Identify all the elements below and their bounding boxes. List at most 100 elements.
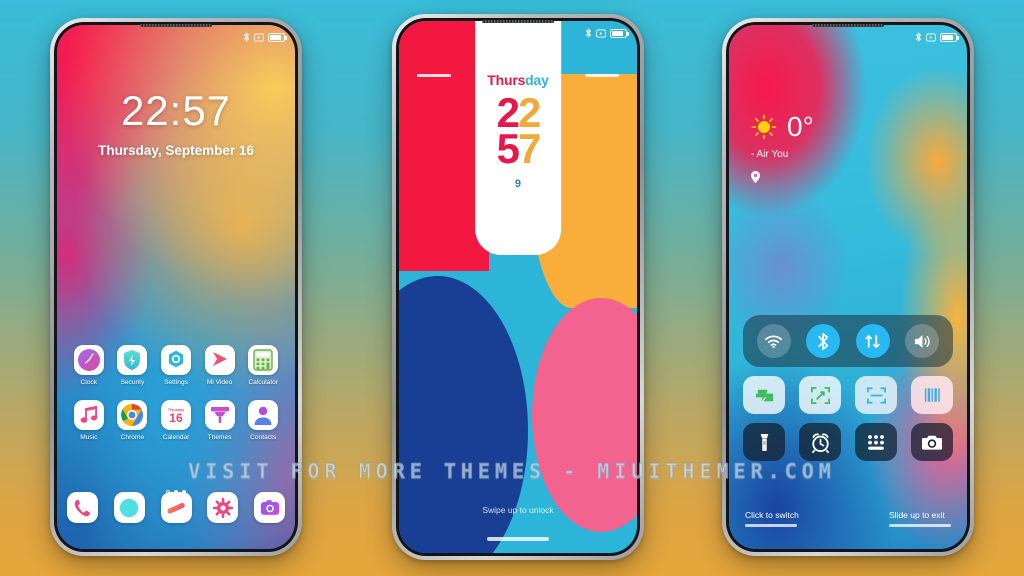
wallpaper-gradient-3 [729, 25, 967, 549]
alarm-clock-toggle[interactable] [799, 423, 841, 461]
barcode-toggle[interactable] [911, 376, 953, 414]
phone-2-screen[interactable]: Thursday 22 57 9 Swipe up to unlock [399, 21, 637, 553]
app-contacts[interactable]: Contacts [241, 400, 285, 441]
phone-device-3: 0° - Air You Click to switch Slide up to… [722, 18, 974, 556]
alarm-icon [596, 28, 606, 38]
control-center-panel [743, 315, 953, 470]
bluetooth-toggle[interactable] [806, 324, 841, 358]
phone-3-screen[interactable]: 0° - Air You Click to switch Slide up to… [729, 25, 967, 549]
battery-icon [268, 32, 287, 42]
lockscreen-date: Thursday, September 16 [98, 143, 254, 158]
earpiece-speaker-icon [482, 20, 554, 23]
utility-toggles-row-2 [743, 423, 953, 461]
clock-seconds: 9 [514, 177, 522, 190]
weather-widget[interactable]: 0° - Air You [751, 113, 814, 188]
expand-screenshot-toggle[interactable] [799, 376, 841, 414]
control-center-footer: Click to switch Slide up to exit [729, 510, 967, 527]
app-security[interactable]: Security [111, 345, 155, 386]
notes-pencil-icon[interactable] [160, 492, 192, 523]
wifi-toggle[interactable] [756, 324, 791, 358]
slide-up-to-exit-action[interactable]: Slide up to exit [889, 510, 951, 527]
bluetooth-icon [915, 32, 921, 42]
app-label: Themes [207, 434, 232, 441]
scan-icon [866, 386, 886, 404]
phone-1-screen[interactable]: 22:57 Thursday, September 16 Clock Secur… [57, 25, 295, 549]
exit-indicator-bar [889, 524, 951, 527]
bluetooth-icon [243, 32, 249, 42]
flashlight-icon [760, 433, 768, 451]
battery-icon [610, 28, 629, 38]
app-label: Calculator [248, 379, 279, 386]
play-icon [204, 345, 235, 375]
app-label: Contacts [250, 434, 277, 441]
apps-grid-icon [868, 435, 884, 450]
notch-line-right [585, 74, 619, 77]
phone-handset-icon[interactable] [67, 492, 98, 523]
connectivity-toggles-row [743, 315, 953, 367]
app-mi-video[interactable]: Mi Video [198, 345, 242, 386]
app-settings[interactable]: Settings [154, 345, 198, 386]
location-pin-icon [751, 170, 814, 188]
clock-weekday: Thursday [487, 72, 549, 89]
status-bar-2 [585, 28, 629, 38]
weather-description: - Air You [751, 149, 789, 160]
slide-up-to-exit-label: Slide up to exit [889, 510, 945, 520]
app-chrome[interactable]: Chrome [111, 400, 155, 441]
swipe-up-hint: Swipe up to unlock [482, 505, 554, 515]
click-to-switch-action[interactable]: Click to switch [745, 510, 799, 527]
earpiece-speaker-icon [812, 24, 884, 27]
clock-weekday-part-a: Thurs [487, 72, 526, 89]
clock-weekday-part-b: day [525, 72, 549, 89]
app-calculator[interactable]: Calculator [241, 345, 285, 386]
app-grid: Clock Security Settings Mi Video Calcula… [67, 345, 285, 441]
clock-minutes: 57 [497, 124, 542, 172]
bluetooth-icon [818, 332, 828, 350]
dock [67, 492, 285, 523]
switch-indicator-bar [745, 524, 797, 527]
notch-line-left [417, 74, 451, 77]
status-bar-1 [243, 32, 287, 42]
phone-2-bezel: Thursday 22 57 9 Swipe up to unlock [396, 18, 640, 556]
weather-main-row: 0° [751, 113, 814, 141]
sync-toggle[interactable] [743, 376, 785, 414]
clock-icon [73, 345, 104, 375]
settings-gear-icon [160, 345, 191, 375]
app-themes[interactable]: Themes [198, 400, 242, 441]
weather-temperature: 0° [787, 111, 814, 142]
camera-toggle[interactable] [911, 423, 953, 461]
settings-gear-icon[interactable] [207, 492, 239, 523]
alarm-clock-icon [811, 433, 829, 453]
barcode-icon [924, 388, 940, 402]
volume-icon [914, 334, 930, 348]
phone-device-2: Thursday 22 57 9 Swipe up to unlock [392, 14, 644, 560]
mobile-data-icon [865, 334, 880, 348]
expand-screenshot-icon [810, 386, 830, 404]
app-music[interactable]: Music [67, 400, 111, 441]
chrome-icon [117, 400, 148, 430]
status-bar-3 [915, 32, 959, 42]
app-clock[interactable]: Clock [67, 345, 111, 386]
mobile-data-toggle[interactable] [855, 324, 890, 358]
sun-icon [751, 114, 777, 140]
calculator-icon [248, 345, 279, 375]
clock-widget-card[interactable]: Thursday 22 57 9 [475, 21, 561, 256]
camera-icon[interactable] [254, 492, 285, 523]
clock-minute-digit-2: 7 [517, 124, 541, 172]
flashlight-toggle[interactable] [743, 423, 785, 461]
scan-toggle[interactable] [855, 376, 897, 414]
volume-toggle[interactable] [905, 324, 940, 358]
phone-device-1: 22:57 Thursday, September 16 Clock Secur… [50, 18, 302, 556]
apps-grid-toggle[interactable] [855, 423, 897, 461]
app-label: Mi Video [206, 379, 233, 386]
app-calendar[interactable]: Thursday 16 Calendar [154, 400, 198, 441]
messages-bubble-icon[interactable] [113, 492, 145, 523]
home-indicator-bar[interactable] [487, 537, 549, 541]
alarm-icon [926, 32, 936, 42]
alarm-icon [254, 32, 264, 42]
app-label: Calendar [162, 434, 190, 441]
camera-icon [922, 435, 942, 450]
shape-pink-circle [532, 297, 637, 532]
music-note-icon [73, 400, 104, 430]
app-label: Music [80, 434, 98, 441]
app-label: Chrome [120, 434, 145, 441]
